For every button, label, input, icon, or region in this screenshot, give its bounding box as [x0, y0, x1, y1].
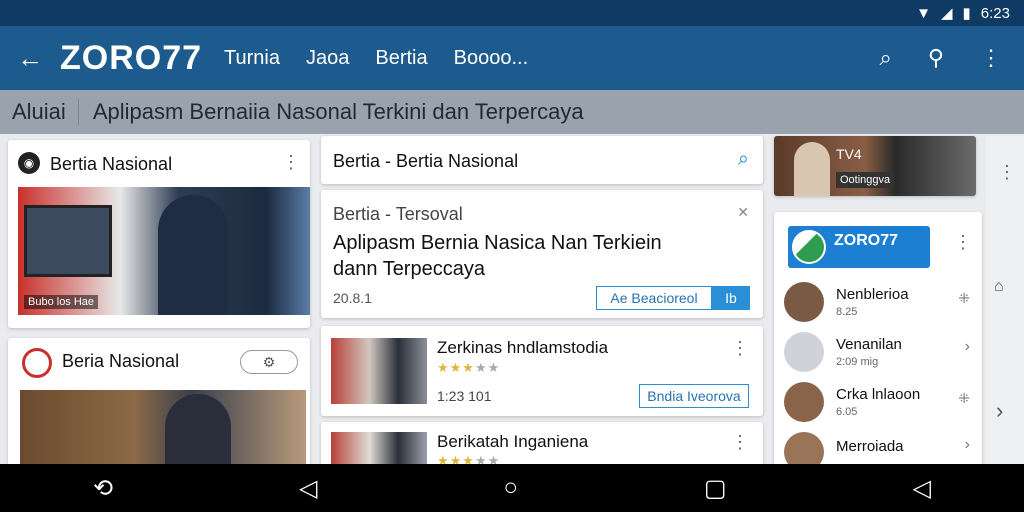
back-arrow-icon[interactable]: ←: [0, 43, 60, 74]
search-icon[interactable]: ⌕: [880, 45, 892, 71]
video-caption: Ootinggva: [836, 172, 895, 188]
news-card-2[interactable]: Beria Nasional ⚙: [8, 338, 310, 468]
system-nav-bar: ⟲ ◁ ○ ▢ ◁: [0, 464, 1024, 512]
share-icon[interactable]: ⁜: [958, 290, 970, 307]
tv-screen-image: [24, 205, 112, 277]
recents-icon[interactable]: ▢: [704, 474, 727, 503]
overflow-menu-icon[interactable]: ⋮: [980, 45, 1002, 71]
read-more-button[interactable]: Ae Beacioreol: [596, 286, 712, 310]
person-silhouette: [794, 142, 830, 196]
list-item-name: Nenblerioa: [836, 286, 909, 303]
back-alt-icon[interactable]: ◁: [913, 474, 931, 503]
app-title: ZORO77: [60, 38, 203, 77]
status-bar: ▼ ◢ ▮ 6:23: [0, 0, 1024, 26]
nav-item-boooo[interactable]: Boooo...: [454, 47, 529, 70]
chevron-right-icon[interactable]: ›: [965, 338, 970, 356]
section-header: Bertia - Bertia Nasional ⌕: [321, 136, 763, 184]
list-item-sub: 6.05: [836, 406, 858, 418]
share-icon[interactable]: ⁜: [958, 390, 970, 407]
sidebar-panel: ZORO77 ⋮ Nenblerioa 8.25 ⁜ Venanilan 2:0…: [774, 212, 982, 468]
list-item-name: Venanilan: [836, 336, 902, 353]
nav-item-bertia[interactable]: Bertia: [375, 47, 427, 70]
rotate-icon[interactable]: ⟲: [93, 474, 113, 503]
status-time: 6:23: [980, 4, 1010, 22]
source-logo-icon: ◉: [18, 152, 40, 174]
magnify-icon[interactable]: ⚲: [928, 45, 944, 71]
video-title: TV4: [836, 146, 862, 162]
featured-article[interactable]: Bertia - Tersoval ✕ Aplipasm Bernia Nasi…: [321, 190, 763, 318]
nav-item-jaoa[interactable]: Jaoa: [306, 47, 349, 70]
article-title: Berikatah Inganiena: [437, 432, 589, 451]
brand-title: ZORO77: [834, 232, 899, 249]
back-icon[interactable]: ◁: [299, 474, 317, 503]
signal-icon: ◢: [940, 5, 953, 22]
article-menu-icon[interactable]: ⋮: [731, 338, 749, 359]
section-title: Bertia - Bertia Nasional: [333, 151, 519, 171]
list-item[interactable]: Crka lnlaoon 6.05 ⁜: [784, 380, 974, 424]
headline-bar: Aluiai Aplipasm Bernaiia Nasonal Terkini…: [0, 90, 1024, 134]
person-silhouette: [158, 195, 228, 315]
list-item-sub: 8.25: [836, 306, 858, 318]
rail-menu-icon[interactable]: ⋮: [998, 162, 1016, 183]
battery-icon: ▮: [962, 5, 971, 22]
person-silhouette: [165, 394, 231, 468]
headline-tag[interactable]: Aluiai: [0, 99, 79, 125]
nav-item-turnia[interactable]: Turnia: [224, 47, 280, 70]
bookmark-icon[interactable]: ⌂: [994, 278, 1004, 296]
list-item[interactable]: Merroiada ›: [784, 430, 974, 466]
toggle-control[interactable]: ⚙: [240, 350, 298, 374]
rating-stars: ★★★★★: [437, 360, 501, 375]
source-logo-icon: [22, 348, 52, 378]
list-item[interactable]: Venanilan 2:09 mig ›: [784, 330, 974, 374]
home-icon[interactable]: ○: [503, 474, 518, 502]
article-kicker: Bertia - Tersoval: [333, 204, 463, 224]
avatar: [784, 332, 824, 372]
news-photo: Bubo los Hae: [18, 187, 310, 315]
avatar: [784, 432, 824, 466]
headline-text: Aplipasm Bernaiia Nasonal Terkini dan Te…: [92, 99, 584, 124]
chevron-right-icon[interactable]: ›: [965, 436, 970, 454]
card-title: Beria Nasional: [62, 351, 180, 371]
avatar: [784, 282, 824, 322]
brand-banner[interactable]: ZORO77: [788, 226, 930, 268]
top-nav: Turnia Jaoa Bertia Boooo...: [224, 47, 528, 70]
card-menu-icon[interactable]: ⋮: [282, 152, 300, 173]
avatar: [784, 382, 824, 422]
article-meta: 1:23 101: [437, 388, 492, 404]
panel-menu-icon[interactable]: ⋮: [954, 232, 972, 253]
list-item[interactable]: Nenblerioa 8.25 ⁜: [784, 280, 974, 324]
search-icon[interactable]: ⌕: [738, 148, 749, 171]
article-thumbnail: [331, 338, 427, 404]
article-meta: 20.8.1: [333, 290, 372, 306]
brand-logo-icon: [792, 230, 826, 264]
wifi-icon: ▼: [916, 4, 931, 22]
article-action-button[interactable]: Bndia Iveorova: [639, 384, 749, 408]
article-item-2[interactable]: Berikatah Inganiena ⋮ ★★★★★: [321, 422, 763, 472]
article-title: Zerkinas hndlamstodia: [437, 338, 609, 357]
article-menu-icon[interactable]: ⋮: [731, 432, 749, 453]
app-bar: ← ZORO77 Turnia Jaoa Bertia Boooo... ⌕ ⚲…: [0, 26, 1024, 90]
share-icon[interactable]: ✕: [737, 204, 749, 221]
edge-rail: ⋮ ⌂ ›: [986, 136, 1024, 464]
article-headline: Aplipasm Bernia Nasica Nan Terkiein dann…: [333, 232, 662, 280]
video-card[interactable]: TV4 Ootinggva: [774, 136, 976, 196]
list-item-sub: 2:09 mig: [836, 356, 879, 368]
card-title: Bertia Nasional: [50, 154, 173, 174]
read-more-tag[interactable]: Ib: [712, 286, 750, 310]
news-card-1[interactable]: ◉ Bertia Nasional ⋮ Bubo los Hae: [8, 140, 310, 328]
photo-caption: Bubo los Hae: [24, 295, 99, 309]
article-item-1[interactable]: Zerkinas hndlamstodia ⋮ ★★★★★ 1:23 101 B…: [321, 326, 763, 416]
list-item-name: Crka lnlaoon: [836, 386, 921, 403]
news-photo: [20, 390, 306, 468]
chevron-right-icon[interactable]: ›: [996, 398, 1003, 424]
list-item-name: Merroiada: [836, 438, 904, 455]
